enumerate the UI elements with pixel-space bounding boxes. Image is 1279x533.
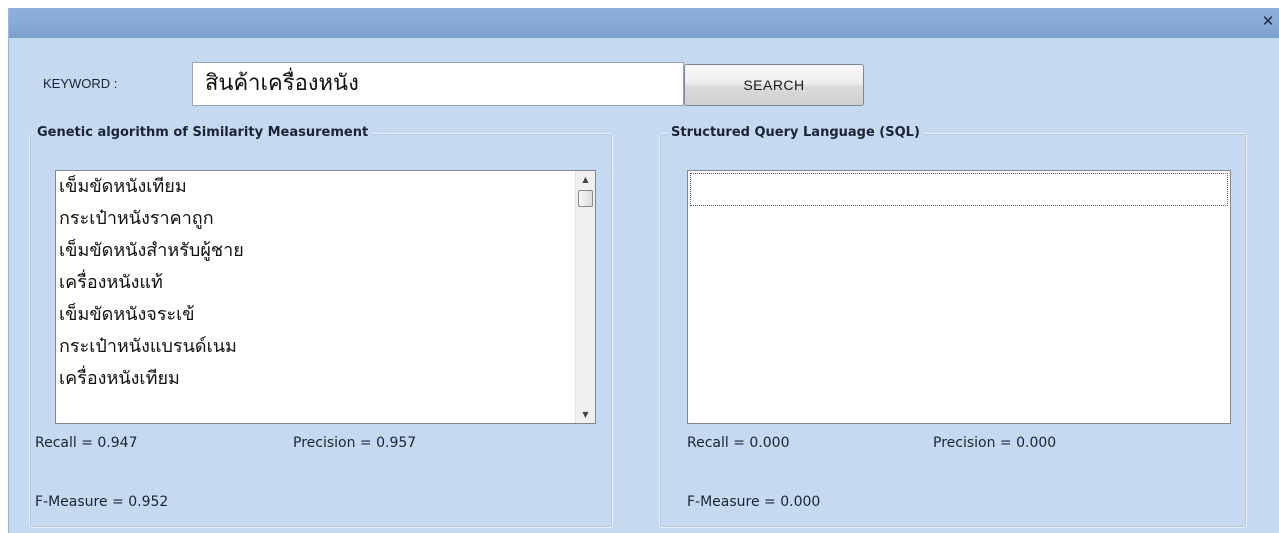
close-icon[interactable]: ✕ bbox=[1260, 13, 1276, 29]
ga-recall: Recall = 0.947 bbox=[35, 435, 138, 451]
search-button[interactable]: SEARCH bbox=[684, 64, 864, 106]
ga-results-listbox[interactable]: เข็มขัดหนังเทียม กระเป๋าหนังราคาถูก เข็มขั… bbox=[55, 170, 596, 424]
ga-precision: Precision = 0.957 bbox=[293, 435, 417, 451]
ga-list-scrollbar[interactable]: ▲ ▼ bbox=[575, 171, 595, 423]
sql-results-listbox[interactable] bbox=[687, 170, 1231, 424]
list-item[interactable]: เข็มขัดหนังสำหรับผู้ชาย bbox=[56, 235, 575, 267]
scroll-up-icon[interactable]: ▲ bbox=[576, 171, 595, 188]
list-item[interactable]: เครื่องหนังแท้ bbox=[56, 267, 575, 299]
ga-f-measure: F-Measure = 0.952 bbox=[35, 494, 169, 510]
sql-f-measure: F-Measure = 0.000 bbox=[687, 494, 821, 510]
list-item[interactable]: เข็มขัดหนังเทียม bbox=[56, 171, 575, 203]
list-item[interactable]: กระเป๋าหนังแบรนด์เนม bbox=[56, 331, 575, 363]
main-window: ✕ KEYWORD : สินค้าเครื่องหนัง SEARCH Gen… bbox=[8, 8, 1279, 533]
keyword-input[interactable]: สินค้าเครื่องหนัง bbox=[192, 62, 684, 106]
keyword-label: KEYWORD : bbox=[43, 76, 118, 91]
list-item[interactable]: เครื่องหนังเทียม bbox=[56, 363, 575, 395]
sql-list-focus-row bbox=[690, 173, 1228, 206]
scroll-down-icon[interactable]: ▼ bbox=[576, 406, 595, 423]
ga-groupbox: Genetic algorithm of Similarity Measurem… bbox=[29, 125, 613, 528]
ga-results-list: เข็มขัดหนังเทียม กระเป๋าหนังราคาถูก เข็มขั… bbox=[56, 171, 575, 395]
scroll-thumb[interactable] bbox=[578, 190, 593, 207]
list-item[interactable]: เข็มขัดหนังจระเข้ bbox=[56, 299, 575, 331]
sql-precision: Precision = 0.000 bbox=[933, 435, 1057, 451]
list-item[interactable]: กระเป๋าหนังราคาถูก bbox=[56, 203, 575, 235]
sql-groupbox: Structured Query Language (SQL) Recall =… bbox=[659, 125, 1247, 528]
title-bar: ✕ bbox=[9, 8, 1279, 38]
sql-recall: Recall = 0.000 bbox=[687, 435, 790, 451]
sql-group-title: Structured Query Language (SQL) bbox=[668, 125, 924, 140]
ga-group-title: Genetic algorithm of Similarity Measurem… bbox=[34, 125, 373, 140]
